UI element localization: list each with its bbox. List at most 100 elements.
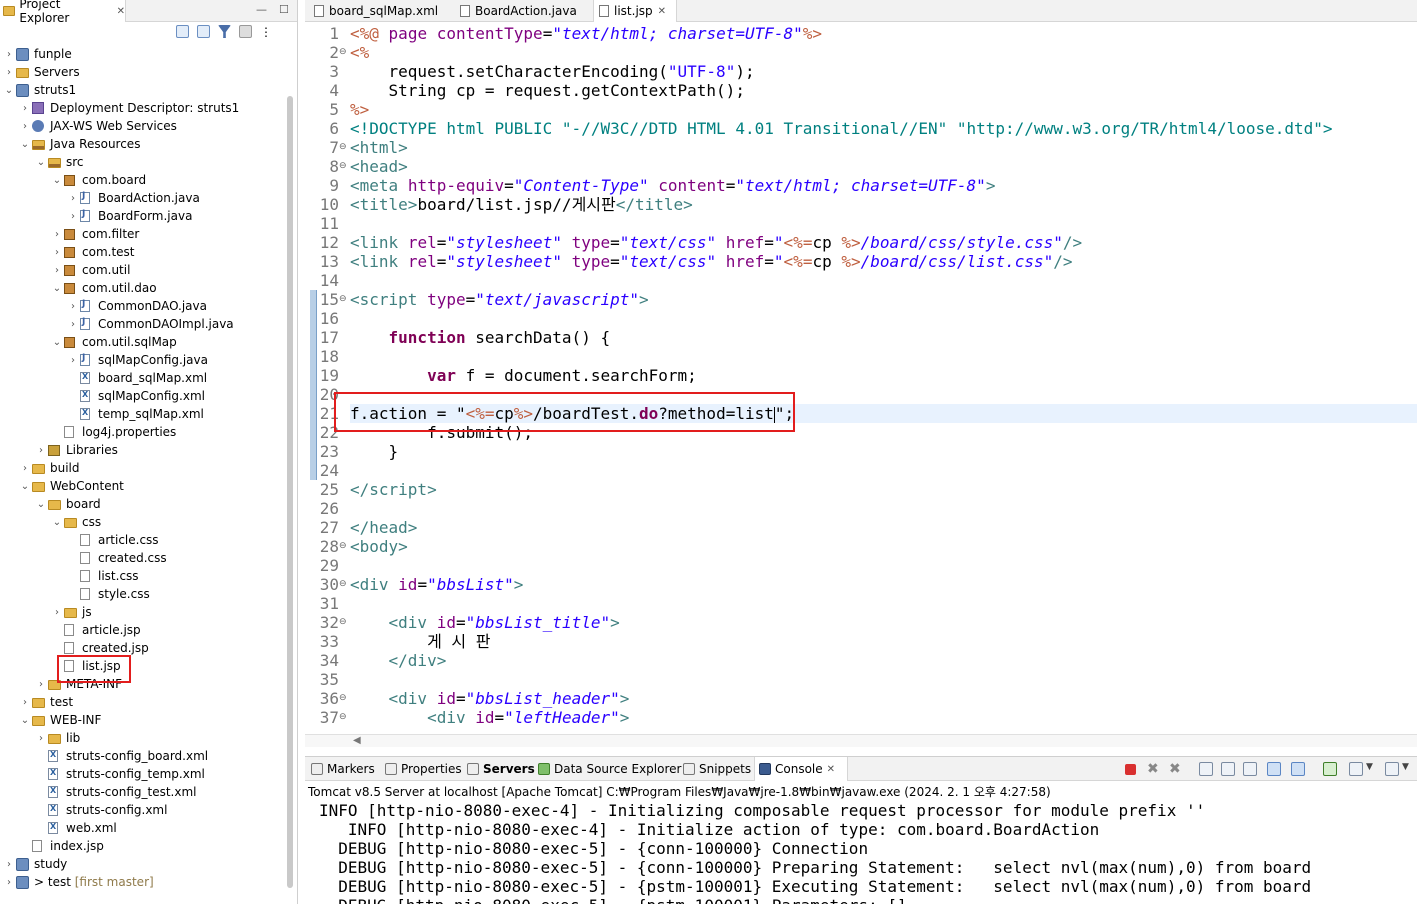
tree-item[interactable]: struts-config.xml <box>0 802 290 820</box>
tree-item[interactable]: › META-INF <box>0 676 290 694</box>
chevron-right-icon[interactable]: › <box>52 608 62 618</box>
chevron-down-icon[interactable]: ⌄ <box>20 140 30 150</box>
chevron-right-icon[interactable]: › <box>68 194 78 204</box>
chevron-down-icon[interactable]: ⌄ <box>36 158 46 168</box>
fold-toggle-icon[interactable]: ⊖ <box>339 537 347 556</box>
tree-item[interactable]: › BoardAction.java <box>0 190 290 208</box>
code-line[interactable]: function searchData() { <box>350 328 611 347</box>
show-on-stdout-icon[interactable] <box>1267 762 1281 776</box>
code-line[interactable]: <head> <box>350 157 408 176</box>
display-console-icon[interactable] <box>1349 762 1363 776</box>
word-wrap-icon[interactable] <box>1243 762 1257 776</box>
tree-item[interactable]: list.jsp <box>0 658 290 676</box>
maximize-icon[interactable]: ☐ <box>279 3 289 16</box>
tree-item[interactable]: ⌄ src <box>0 154 290 172</box>
link-with-editor-icon[interactable] <box>197 25 210 38</box>
project-explorer-tab[interactable]: Project Explorer ✕ <box>0 0 126 25</box>
tree-item[interactable]: ⌄ com.util.dao <box>0 280 290 298</box>
show-on-stderr-icon[interactable] <box>1291 762 1305 776</box>
chevron-down-icon[interactable]: ⌄ <box>52 338 62 348</box>
code-line[interactable]: var f = document.searchForm; <box>350 366 697 385</box>
code-line[interactable]: 게 시 판 <box>350 632 490 651</box>
code-line[interactable]: </head> <box>350 518 417 537</box>
code-line[interactable]: <div id="bbsList"> <box>350 575 523 594</box>
tree-item[interactable]: › > test [first master] <box>0 874 290 892</box>
chevron-right-icon[interactable]: › <box>4 68 14 78</box>
tree-item[interactable]: ⌄ board <box>0 496 290 514</box>
tree-item[interactable]: ⌄ com.board <box>0 172 290 190</box>
tree-item[interactable]: › funple <box>0 46 290 64</box>
code-line[interactable]: <script type="text/javascript"> <box>350 290 649 309</box>
code-line[interactable]: <div id="leftHeader"> <box>350 708 629 727</box>
focus-icon[interactable] <box>239 25 252 38</box>
tree-item[interactable]: › com.util <box>0 262 290 280</box>
filter-icon[interactable] <box>218 25 231 38</box>
remove-launch-icon[interactable]: ✖ <box>1147 762 1161 776</box>
code-area[interactable]: <%@ page contentType="text/html; charset… <box>350 24 1417 734</box>
close-icon[interactable]: ✕ <box>658 6 666 17</box>
tree-item[interactable]: article.css <box>0 532 290 550</box>
code-line[interactable]: } <box>350 442 399 461</box>
chevron-right-icon[interactable]: › <box>68 356 78 366</box>
tree-item[interactable]: log4j.properties <box>0 424 290 442</box>
chevron-down-icon[interactable]: ⌄ <box>4 86 14 96</box>
chevron-right-icon[interactable]: › <box>52 248 62 258</box>
code-line[interactable]: <title>board/list.jsp//게시판</title> <box>350 195 693 214</box>
collapse-all-icon[interactable] <box>176 25 189 38</box>
code-line[interactable]: <!DOCTYPE html PUBLIC "-//W3C//DTD HTML … <box>350 119 1333 138</box>
editor-tab-boardaction[interactable]: BoardAction.java <box>455 0 591 22</box>
fold-toggle-icon[interactable]: ⊖ <box>339 613 347 632</box>
tree-item[interactable]: struts-config_board.xml <box>0 748 290 766</box>
chevron-right-icon[interactable]: › <box>4 860 14 870</box>
tree-item[interactable]: list.css <box>0 568 290 586</box>
tab-data-source-explorer[interactable]: Data Source Explorer <box>534 757 681 781</box>
tree-item[interactable]: › js <box>0 604 290 622</box>
tree-item[interactable]: › Libraries <box>0 442 290 460</box>
chevron-right-icon[interactable]: › <box>36 680 46 690</box>
chevron-right-icon[interactable]: › <box>68 212 78 222</box>
open-console-icon[interactable] <box>1385 762 1399 776</box>
chevron-down-icon[interactable]: ⌄ <box>52 518 62 528</box>
tree-item[interactable]: › com.filter <box>0 226 290 244</box>
tab-servers[interactable]: Servers <box>463 757 535 781</box>
chevron-down-icon[interactable]: ▼ <box>1402 762 1416 776</box>
chevron-right-icon[interactable]: › <box>36 446 46 456</box>
chevron-right-icon[interactable]: › <box>20 104 30 114</box>
tree-item[interactable]: web.xml <box>0 820 290 838</box>
scroll-lock-icon[interactable] <box>1221 762 1235 776</box>
tree-item[interactable]: ⌄ Java Resources <box>0 136 290 154</box>
tree-item[interactable]: › build <box>0 460 290 478</box>
code-line[interactable]: <html> <box>350 138 408 157</box>
tree-item[interactable]: ⌄ struts1 <box>0 82 290 100</box>
tree-item[interactable]: style.css <box>0 586 290 604</box>
clear-console-icon[interactable] <box>1199 762 1213 776</box>
chevron-down-icon[interactable]: ⌄ <box>52 176 62 186</box>
chevron-right-icon[interactable]: › <box>4 878 14 888</box>
tree-item[interactable]: › Servers <box>0 64 290 82</box>
tree-item[interactable]: temp_sqlMap.xml <box>0 406 290 424</box>
chevron-right-icon[interactable]: › <box>36 734 46 744</box>
tree-item[interactable]: ⌄ com.util.sqlMap <box>0 334 290 352</box>
chevron-right-icon[interactable]: › <box>68 302 78 312</box>
code-line[interactable]: <div id="bbsList_header"> <box>350 689 630 708</box>
code-line[interactable]: <%@ page contentType="text/html; charset… <box>350 24 822 43</box>
chevron-right-icon[interactable]: › <box>20 464 30 474</box>
tab-markers[interactable]: Markers <box>307 757 375 781</box>
chevron-right-icon[interactable]: › <box>52 266 62 276</box>
tree-item[interactable]: struts-config_test.xml <box>0 784 290 802</box>
code-line[interactable]: <link rel="stylesheet" type="text/css" h… <box>350 252 1073 271</box>
code-line[interactable]: <div id="bbsList_title"> <box>350 613 620 632</box>
close-icon[interactable]: ✕ <box>117 6 125 17</box>
explorer-scrollbar[interactable] <box>287 96 293 888</box>
tree-item[interactable]: board_sqlMap.xml <box>0 370 290 388</box>
editor-tab-list-jsp[interactable]: list.jsp ✕ <box>593 0 677 22</box>
editor-horizontal-scrollbar[interactable]: ◀ <box>305 734 1417 747</box>
scroll-left-arrow-icon[interactable]: ◀ <box>353 735 361 746</box>
fold-toggle-icon[interactable]: ⊖ <box>339 157 347 176</box>
chevron-right-icon[interactable]: › <box>20 122 30 132</box>
remove-all-icon[interactable]: ✖ <box>1169 762 1183 776</box>
tree-item[interactable]: created.css <box>0 550 290 568</box>
chevron-down-icon[interactable]: ⌄ <box>52 284 62 294</box>
tree-item[interactable]: index.jsp <box>0 838 290 856</box>
code-line[interactable]: request.setCharacterEncoding("UTF-8"); <box>350 62 755 81</box>
